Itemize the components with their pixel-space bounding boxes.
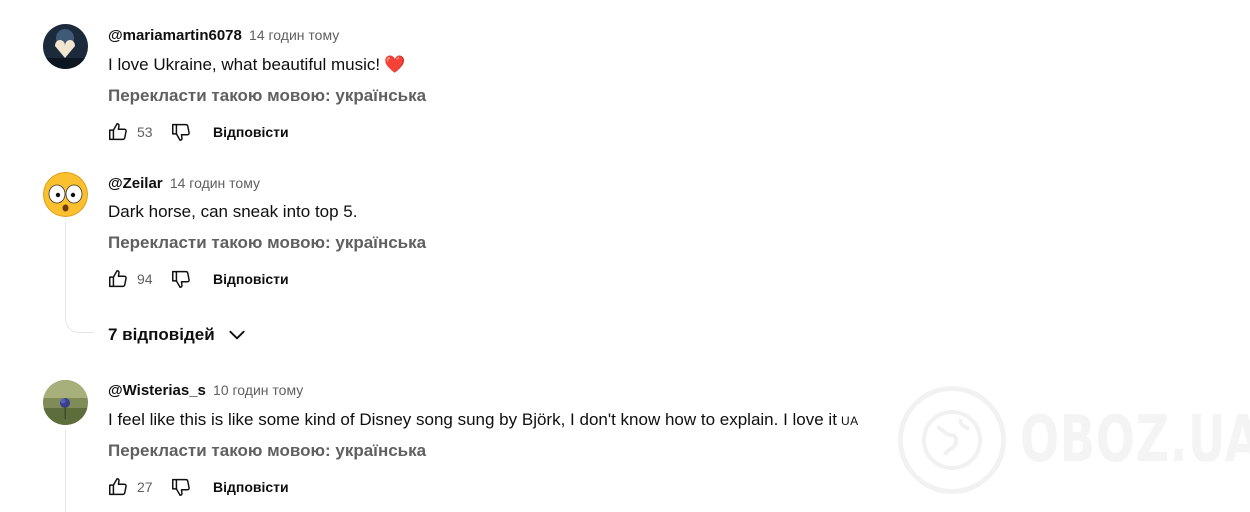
like-count: 53 bbox=[137, 124, 153, 140]
comment-author[interactable]: @Wisterias_s bbox=[108, 382, 206, 399]
heart-emoji: ❤️ bbox=[384, 55, 406, 74]
thumbs-down-icon bbox=[172, 123, 190, 141]
comment-time[interactable]: 14 годин тому bbox=[170, 175, 260, 191]
thread-line bbox=[65, 430, 66, 512]
comment-actions: 94 Відповісти bbox=[106, 267, 289, 291]
reply-button[interactable]: Відповісти bbox=[213, 479, 289, 495]
watermark-text: OBOZ.UA bbox=[1020, 403, 1250, 477]
reply-button[interactable]: Відповісти bbox=[213, 271, 289, 287]
comment-actions: 53 Відповісти bbox=[106, 120, 289, 144]
avatar[interactable] bbox=[43, 172, 88, 217]
avatar[interactable] bbox=[43, 24, 88, 69]
comment-time[interactable]: 14 годин тому bbox=[249, 27, 339, 43]
like-button[interactable] bbox=[106, 267, 130, 291]
reply-button[interactable]: Відповісти bbox=[213, 124, 289, 140]
like-count: 94 bbox=[137, 271, 153, 287]
thumbs-down-icon bbox=[172, 270, 190, 288]
comment-author[interactable]: @mariamartin6078 bbox=[108, 27, 242, 44]
comment-author[interactable]: @Zeilar bbox=[108, 175, 163, 192]
dislike-button[interactable] bbox=[169, 475, 193, 499]
thread-line bbox=[65, 222, 66, 310]
comment-text: I love Ukraine, what beautiful music! ❤️ bbox=[108, 54, 405, 76]
show-replies-button[interactable]: 7 відповідей bbox=[108, 325, 247, 345]
chevron-down-icon bbox=[229, 330, 245, 340]
flag-ua-tag: UA bbox=[840, 414, 859, 428]
comment-actions: 27 Відповісти bbox=[106, 475, 289, 499]
comment-body: I love Ukraine, what beautiful music! bbox=[108, 55, 381, 74]
comment-text: I feel like this is like some kind of Di… bbox=[108, 409, 859, 432]
globe-icon bbox=[898, 386, 1006, 494]
translate-link[interactable]: Перекласти такою мовою: українська bbox=[108, 233, 426, 253]
replies-count-label: 7 відповідей bbox=[108, 325, 215, 344]
comment-time[interactable]: 10 годин тому bbox=[213, 382, 303, 398]
like-button[interactable] bbox=[106, 475, 130, 499]
avatar[interactable] bbox=[43, 380, 88, 425]
like-button[interactable] bbox=[106, 120, 130, 144]
comment-body: I feel like this is like some kind of Di… bbox=[108, 410, 837, 429]
thumbs-up-icon bbox=[109, 478, 127, 496]
thumbs-up-icon bbox=[109, 123, 127, 141]
dislike-button[interactable] bbox=[169, 267, 193, 291]
translate-link[interactable]: Перекласти такою мовою: українська bbox=[108, 441, 426, 461]
dislike-button[interactable] bbox=[169, 120, 193, 144]
thread-curve bbox=[65, 310, 94, 333]
translate-link[interactable]: Перекласти такою мовою: українська bbox=[108, 86, 426, 106]
thumbs-up-icon bbox=[109, 270, 127, 288]
watermark: OBOZ.UA bbox=[898, 386, 1250, 494]
comment-body: Dark horse, can sneak into top 5. bbox=[108, 202, 358, 221]
thumbs-down-icon bbox=[172, 478, 190, 496]
like-count: 27 bbox=[137, 479, 153, 495]
